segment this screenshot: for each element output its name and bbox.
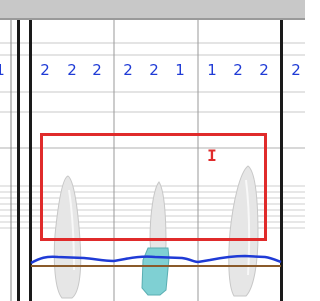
probing-depth-row: 1 2 2 2 2 2 1 1 2 2 2 (0, 61, 301, 79)
tooth-crown[interactable] (149, 181, 167, 256)
probing-depth-cell[interactable]: 2 (149, 61, 159, 79)
probing-depth-cell[interactable]: 1 (207, 61, 217, 79)
probing-depth-cell[interactable]: 2 (123, 61, 133, 79)
probing-depth-cell[interactable]: 2 (233, 61, 243, 79)
top-bar (0, 0, 305, 20)
probing-depth-edge-right[interactable]: 2 (291, 61, 301, 79)
probing-depth-edge-left[interactable]: 1 (0, 61, 5, 79)
probing-depth-cell[interactable]: 2 (259, 61, 269, 79)
probing-depth-cell[interactable]: 2 (67, 61, 77, 79)
implant[interactable] (141, 247, 170, 296)
row-lines (0, 42, 305, 149)
text-cursor-icon: I (207, 146, 217, 165)
top-bar-border (0, 18, 305, 20)
tooth-crown[interactable] (53, 175, 82, 299)
chart-canvas: 1 2 2 2 2 2 1 1 2 2 2 (0, 0, 305, 301)
periodontal-chart: 1 2 2 2 2 2 1 1 2 2 2 (0, 0, 305, 301)
probing-depth-cell[interactable]: 2 (92, 61, 102, 79)
probing-depth-cell[interactable]: 2 (40, 61, 50, 79)
probing-depth-cell[interactable]: 1 (175, 61, 185, 79)
